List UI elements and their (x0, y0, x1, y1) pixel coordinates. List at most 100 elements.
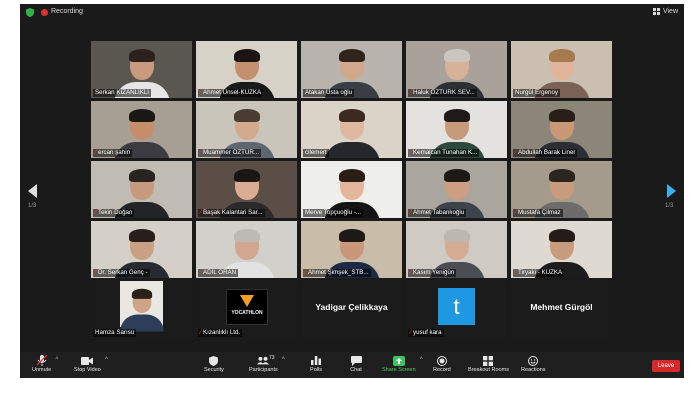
participant-name: Nurgül Ergenoy (515, 89, 558, 96)
participants-button[interactable]: Participants 73 ^ (249, 355, 285, 373)
participant-name: Kızanlıklı Ltd. (203, 329, 241, 336)
participant-tile[interactable]: ⁄ Tiryaki - KUZKA (511, 221, 612, 278)
muted-microphone-icon: ⁄ (515, 150, 517, 156)
figure-body (323, 142, 380, 158)
participant-name: Tiryaki - KUZKA (518, 269, 563, 276)
participant-tile[interactable]: ⁄ Başak Kalantari Sar... (196, 161, 297, 218)
participant-name: Ahmet Ünsel-KUZKA (203, 89, 262, 96)
participant-name: Muammer ÖZTÜR... (203, 149, 260, 156)
participant-tile[interactable]: ⁄ Tekin Doğan (91, 161, 192, 218)
participant-tile[interactable]: ⁄ ADİL ORAN (196, 221, 297, 278)
muted-microphone-icon: ⁄ (200, 150, 202, 156)
share-screen-button[interactable]: Share Screen ^ (382, 355, 423, 373)
figure-hair (128, 109, 155, 122)
participant-tile[interactable]: Yadigar Çelikkaya (301, 281, 402, 338)
smiley-icon (527, 355, 539, 366)
next-page-arrow-icon[interactable] (667, 184, 676, 198)
figure-hair (338, 229, 365, 242)
participant-tile[interactable]: Mehmet Gürgöl (511, 281, 612, 338)
muted-microphone-icon: ⁄ (410, 150, 412, 156)
participant-tile[interactable]: ⁄ Kasım Yeniğün (406, 221, 507, 278)
participant-tile[interactable]: ⁄ Abdullah Barak Liner (511, 101, 612, 158)
chat-button[interactable]: Chat (350, 355, 362, 373)
participant-name: Kasım Yeniğün (413, 269, 455, 276)
participant-name: ercan şahin (98, 149, 131, 156)
participant-name: Abdullah Barak Liner (518, 149, 576, 156)
reactions-label: Reactions (521, 367, 546, 373)
participant-tile[interactable]: Atakan Usta oğlu (301, 41, 402, 98)
record-label: Record (433, 367, 451, 373)
figure-hair (443, 49, 470, 62)
muted-microphone-icon: ⁄ (410, 210, 412, 216)
participant-tile[interactable]: ⁄ Haluk ÖZTÜRK SEV... (406, 41, 507, 98)
participant-tile[interactable]: ⁄ ercan şahin (91, 101, 192, 158)
participant-display-name: Yadigar Çelikkaya (315, 302, 388, 312)
figure-hair (548, 109, 575, 122)
breakout-rooms-button[interactable]: Breakout Rooms (468, 355, 509, 373)
participants-count: 73 (269, 355, 275, 361)
participant-name-label: ⁄ Tekin Doğan (93, 209, 135, 217)
participant-tile[interactable]: t ⁄ yusuf kara (406, 281, 507, 338)
participant-tile[interactable]: ⁄ Ahmet Tabanlıoğlu (406, 161, 507, 218)
participant-tile[interactable]: ⁄ Muammer ÖZTÜR... (196, 101, 297, 158)
chevron-up-icon[interactable]: ^ (420, 357, 423, 363)
meeting-toolbar: Unmute ^ Stop Video ^ Security Participa… (20, 352, 684, 378)
shield-icon[interactable] (26, 8, 34, 17)
participant-name-label: ⁄ yusuf kara (408, 329, 444, 337)
participant-name-label: ⁄ Ahmet Ünsel-KUZKA (198, 89, 264, 97)
stop-video-label: Stop Video (74, 367, 101, 373)
participant-name-label: Serkan KIZANLIKLI (93, 89, 151, 97)
unmute-button[interactable]: Unmute ^ (32, 355, 58, 373)
figure-hair (338, 169, 365, 182)
reactions-button[interactable]: Reactions (521, 355, 545, 373)
page-indicator-left: 1/3 (28, 203, 37, 209)
breakout-rooms-icon (482, 355, 494, 366)
previous-page-arrow-icon[interactable] (28, 184, 37, 198)
figure-hair (128, 169, 155, 182)
breakout-rooms-label: Breakout Rooms (468, 367, 509, 373)
participant-name-label: ⁄ Haluk ÖZTÜRK SEV... (408, 89, 477, 97)
participant-tile[interactable]: Nurgül Ergenoy (511, 41, 612, 98)
participant-tile[interactable]: Merve Topçuoğlu -... (301, 161, 402, 218)
participant-name-label: ⁄ Ahmet Tabanlıoğlu (408, 209, 467, 217)
participant-tile[interactable]: ⁄ Dr. Serkan Genç - (91, 221, 192, 278)
participant-name-label: ⁄ Ahmet Şimşek_STB... (303, 269, 371, 277)
chevron-up-icon[interactable]: ^ (105, 357, 108, 363)
participant-name: Serkan KIZANLIKLI (95, 89, 149, 96)
participant-name-label: ⁄ Mustafa Çilmaz (513, 209, 563, 217)
participant-tile[interactable]: Hamza Sarısu (91, 281, 192, 338)
muted-microphone-icon: ⁄ (410, 330, 412, 336)
participant-name: Kemalcan Tunahan K... (413, 149, 478, 156)
participant-name-label: ⁄ Kasım Yeniğün (408, 269, 457, 277)
participant-name-label: Nurgül Ergenoy (513, 89, 560, 97)
muted-microphone-icon: ⁄ (410, 90, 412, 96)
participant-tile[interactable]: cilemert (301, 101, 402, 158)
stop-video-button[interactable]: Stop Video ^ (74, 355, 108, 373)
participant-display-name: Mehmet Gürgöl (530, 302, 593, 312)
participant-tile[interactable]: Serkan KIZANLIKLI (91, 41, 192, 98)
chevron-up-icon[interactable]: ^ (55, 357, 58, 363)
participant-name: cilemert (305, 149, 327, 156)
leave-button[interactable]: Leave (652, 360, 680, 372)
figure-hair (233, 49, 260, 62)
participant-tile[interactable]: ⁄ Ahmet Ünsel-KUZKA (196, 41, 297, 98)
participant-tile[interactable]: ⁄ Kemalcan Tunahan K... (406, 101, 507, 158)
view-button[interactable]: View (652, 8, 678, 15)
zoom-window: Recording View 1/3 1/3 Serkan KIZANLIKLI… (20, 4, 684, 378)
video-camera-icon (81, 355, 94, 366)
bar-chart-icon (310, 355, 322, 366)
participant-tile[interactable]: YOCATHLON ⁄ Kızanlıklı Ltd. (196, 281, 297, 338)
figure-hair (233, 169, 260, 182)
figure-hair (548, 169, 575, 182)
polls-button[interactable]: Polls (310, 355, 322, 373)
figure-hair (338, 49, 365, 62)
participant-tile[interactable]: ⁄ Ahmet Şimşek_STB... (301, 221, 402, 278)
figure-hair (443, 109, 470, 122)
security-button[interactable]: Security (204, 355, 224, 373)
record-button[interactable]: Record (433, 355, 451, 373)
participant-name: Hamza Sarısu (95, 329, 135, 336)
chevron-up-icon[interactable]: ^ (282, 357, 285, 363)
company-logo: YOCATHLON (226, 289, 268, 325)
participant-tile[interactable]: ⁄ Mustafa Çilmaz (511, 161, 612, 218)
muted-microphone-icon: ⁄ (515, 210, 517, 216)
